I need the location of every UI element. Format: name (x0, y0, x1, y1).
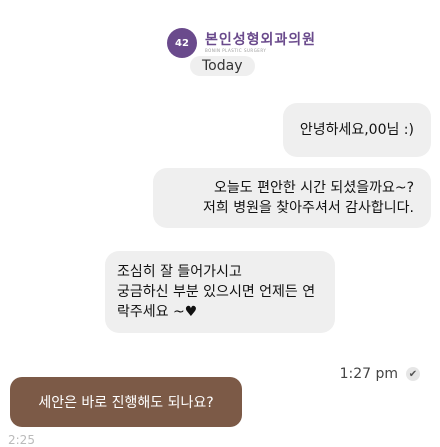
clinic-logo-icon: 42 (167, 28, 197, 58)
logo-text: 본인성형외과의원 BONIN PLASTIC SURGERY (205, 31, 317, 54)
message-line: 조심히 잘 들어가시고 (117, 264, 242, 280)
clinic-subtitle: BONIN PLASTIC SURGERY (205, 47, 267, 53)
quick-reply-button[interactable]: 세안은 바로 진행해도 되나요? (10, 377, 242, 427)
timestamp-text: 1:27 pm (339, 366, 398, 382)
quick-reply-label: 세안은 바로 진행해도 되나요? (38, 395, 214, 411)
message-line: 궁금하신 부분 있으시면 언제든 연락주세요 ~♥ (117, 284, 316, 320)
logo-initials: 42 (175, 37, 189, 49)
check-circle-icon: ✔ (406, 367, 420, 381)
clinic-name: 본인성형외과의원 (205, 31, 317, 48)
message-bubble: 오늘도 편안한 시간 되셨을까요~? 저희 병원을 찾아주셔서 감사합니다. (153, 168, 431, 228)
message-timestamp: 1:27 pm ✔ (340, 366, 420, 382)
chat-header: 42 본인성형외과의원 BONIN PLASTIC SURGERY (167, 28, 316, 58)
message-bubble: 안녕하세요,00님 :) (282, 103, 431, 157)
message-bubble: 조심히 잘 들어가시고 궁금하신 부분 있으시면 언제든 연락주세요 ~♥ (105, 251, 335, 333)
date-divider: Today (190, 56, 255, 76)
message-text: 안녕하세요,00님 :) (299, 122, 414, 138)
message-line: 저희 병원을 찾아주셔서 감사합니다. (203, 200, 414, 216)
message-line: 오늘도 편안한 시간 되셨을까요~? (214, 180, 414, 196)
partial-timestamp: 2:25 (8, 433, 35, 447)
